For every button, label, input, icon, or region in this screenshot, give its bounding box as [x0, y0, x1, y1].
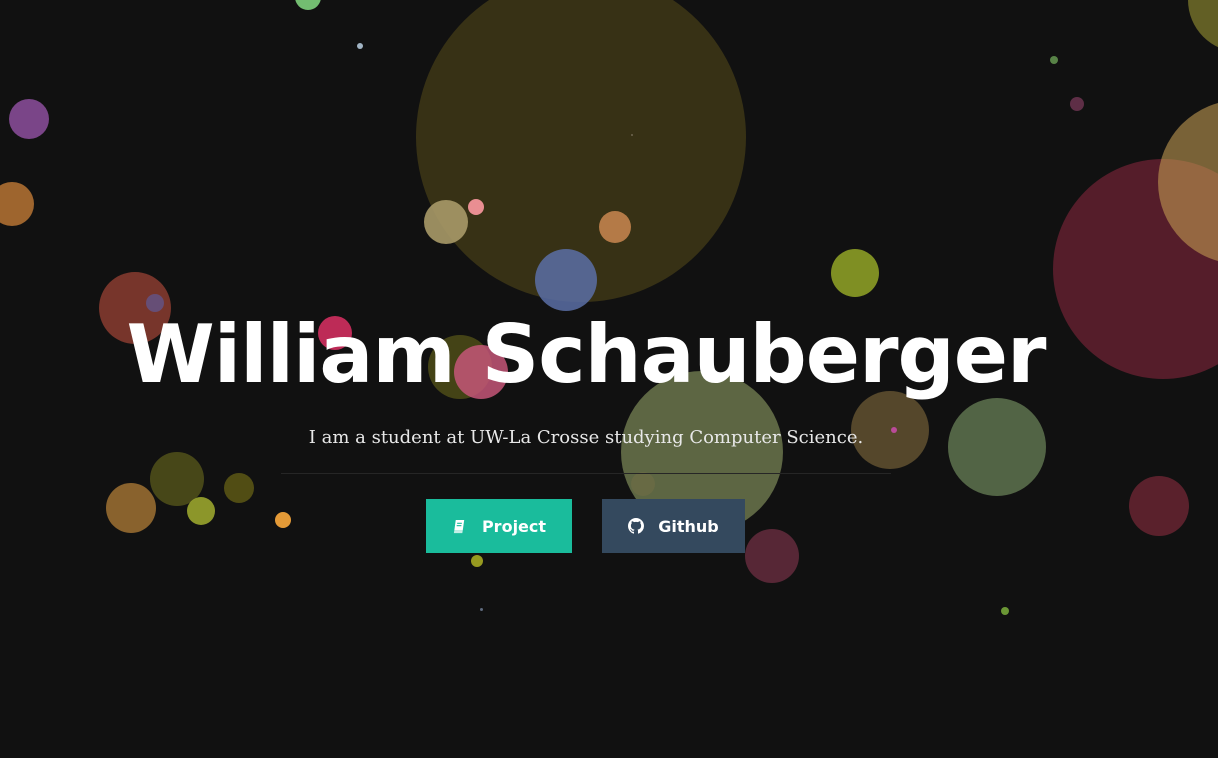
- github-button[interactable]: Github: [602, 499, 745, 553]
- hero-subtitle: I am a student at UW-La Crosse studying …: [308, 427, 864, 448]
- github-button-label: Github: [658, 516, 719, 536]
- hero-section: William Schauberger I am a student at UW…: [0, 0, 1218, 758]
- hero-divider: [281, 473, 891, 474]
- landing-page: William Schauberger I am a student at UW…: [0, 0, 1218, 758]
- project-button-label: Project: [481, 516, 547, 536]
- book-icon: [452, 518, 468, 534]
- project-button[interactable]: Project: [426, 499, 572, 553]
- hero-title: William Schauberger: [126, 308, 1046, 401]
- github-icon: [628, 518, 645, 534]
